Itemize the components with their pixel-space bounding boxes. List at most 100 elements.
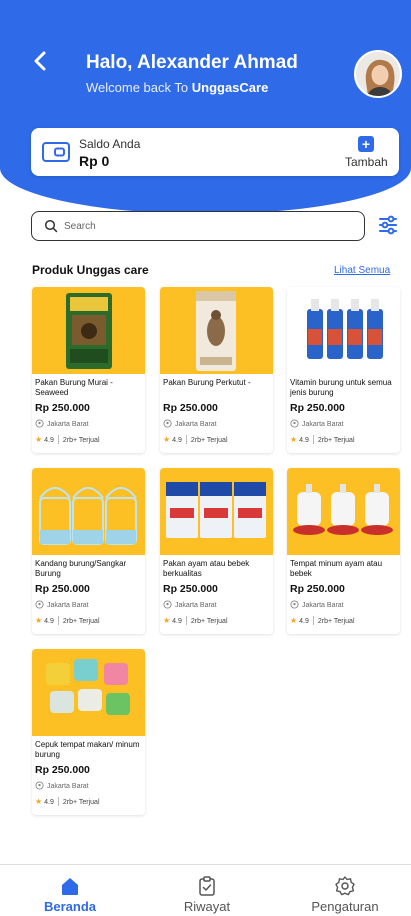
product-card[interactable]: Pakan ayam atau bebek berkualitas Rp 250…	[160, 468, 273, 634]
product-meta: ★ 4.9 2rb+ Terjual	[35, 797, 100, 806]
product-price: Rp 250.000	[290, 583, 345, 595]
star-icon: ★	[290, 435, 298, 444]
product-name: Pakan ayam atau bebek berkualitas	[163, 559, 250, 578]
star-icon: ★	[163, 435, 171, 444]
product-price: Rp 250.000	[35, 764, 90, 776]
balance-label: Saldo Anda	[79, 137, 141, 151]
product-image	[32, 287, 145, 374]
product-meta: ★ 4.9 2rb+ Terjual	[290, 616, 355, 625]
star-icon: ★	[163, 616, 171, 625]
product-card[interactable]: Tempat minum ayam atau bebek Rp 250.000 …	[287, 468, 400, 634]
product-sold: 2rb+ Terjual	[62, 799, 100, 806]
location-text: Jakarta Barat	[175, 602, 217, 609]
location-text: Jakarta Barat	[47, 602, 89, 609]
product-rating: 4.9	[299, 437, 309, 444]
product-price: Rp 250.000	[163, 402, 218, 414]
product-rating: 4.9	[44, 799, 54, 806]
product-sold: 2rb+ Terjual	[190, 618, 228, 625]
filter-icon[interactable]	[377, 214, 399, 236]
add-balance-button[interactable]: +	[358, 136, 374, 152]
gear-icon	[335, 876, 355, 896]
nav-item-history[interactable]: Riwayat	[152, 865, 262, 916]
search-icon	[44, 219, 58, 233]
nav-label-settings: Pengaturan	[311, 899, 379, 914]
product-image	[287, 468, 400, 555]
product-location: Jakarta Barat	[35, 781, 89, 790]
chevron-left-icon	[34, 51, 46, 71]
location-pin-icon	[35, 781, 44, 790]
product-rating: 4.9	[172, 437, 182, 444]
product-location: Jakarta Barat	[290, 419, 344, 428]
product-price: Rp 250.000	[163, 583, 218, 595]
nav-item-settings[interactable]: Pengaturan	[290, 865, 400, 916]
product-meta: ★ 4.9 2rb+ Terjual	[290, 435, 355, 444]
product-sold: 2rb+ Terjual	[62, 437, 100, 444]
product-card[interactable]: Kandang burung/Sangkar Burung Rp 250.000…	[32, 468, 145, 634]
back-button[interactable]	[30, 48, 52, 74]
plus-icon: +	[361, 136, 371, 152]
product-name: Tempat minum ayam atau bebek	[290, 559, 383, 578]
location-pin-icon	[163, 419, 172, 428]
wallet-icon	[42, 142, 70, 162]
product-name: Vitamin burung untuk semua jenis burung	[290, 378, 392, 397]
nav-label-home: Beranda	[43, 899, 97, 914]
product-card[interactable]: Cepuk tempat makan/ minum burung Rp 250.…	[32, 649, 145, 815]
location-text: Jakarta Barat	[302, 602, 344, 609]
search-bar[interactable]	[31, 211, 365, 241]
product-rating: 4.9	[172, 618, 182, 625]
add-balance-label[interactable]: Tambah	[345, 155, 388, 169]
product-rating: 4.9	[299, 618, 309, 625]
product-name: Pakan Burung Perkutut -	[163, 378, 251, 387]
product-price: Rp 250.000	[290, 402, 345, 414]
location-pin-icon	[290, 419, 299, 428]
search-input[interactable]	[64, 215, 354, 237]
product-meta: ★ 4.9 2rb+ Terjual	[35, 435, 100, 444]
app-name: UnggasCare	[191, 80, 269, 95]
greeting-title: Halo, Alexander Ahmad	[86, 52, 298, 73]
bottom-navigation: Beranda Riwayat Pengaturan	[0, 864, 411, 916]
product-location: Jakarta Barat	[35, 419, 89, 428]
location-pin-icon	[290, 600, 299, 609]
location-pin-icon	[35, 600, 44, 609]
product-card[interactable]: Vitamin burung untuk semua jenis burung …	[287, 287, 400, 453]
star-icon: ★	[290, 616, 298, 625]
location-text: Jakarta Barat	[47, 783, 89, 790]
product-name: Pakan Burung Murai - Seaweed	[35, 378, 113, 397]
clipboard-icon	[199, 876, 215, 896]
location-text: Jakarta Barat	[175, 421, 217, 428]
product-meta: ★ 4.9 2rb+ Terjual	[35, 616, 100, 625]
product-image	[160, 468, 273, 555]
product-sold: 2rb+ Terjual	[190, 437, 228, 444]
home-icon	[62, 878, 78, 895]
balance-value: Rp 0	[79, 153, 110, 169]
balance-card: Saldo Anda Rp 0 + Tambah	[31, 128, 399, 176]
header-background	[0, 0, 411, 214]
product-name: Kandang burung/Sangkar Burung	[35, 559, 127, 578]
star-icon: ★	[35, 616, 43, 625]
product-rating: 4.9	[44, 437, 54, 444]
location-pin-icon	[35, 419, 44, 428]
product-card[interactable]: Pakan Burung Perkutut - Rp 250.000 Jakar…	[160, 287, 273, 453]
star-icon: ★	[35, 797, 43, 806]
welcome-subtitle: Welcome back To UnggasCare	[86, 80, 268, 95]
product-sold: 2rb+ Terjual	[62, 618, 100, 625]
see-all-link[interactable]: Lihat Semua	[334, 265, 390, 276]
location-text: Jakarta Barat	[302, 421, 344, 428]
product-price: Rp 250.000	[35, 583, 90, 595]
location-text: Jakarta Barat	[47, 421, 89, 428]
product-meta: ★ 4.9 2rb+ Terjual	[163, 435, 228, 444]
product-image	[287, 287, 400, 374]
product-location: Jakarta Barat	[163, 600, 217, 609]
avatar[interactable]	[354, 50, 402, 98]
location-pin-icon	[163, 600, 172, 609]
product-image	[32, 649, 145, 736]
product-rating: 4.9	[44, 618, 54, 625]
nav-label-history: Riwayat	[183, 899, 231, 914]
product-meta: ★ 4.9 2rb+ Terjual	[163, 616, 228, 625]
product-sold: 2rb+ Terjual	[317, 437, 355, 444]
product-location: Jakarta Barat	[163, 419, 217, 428]
product-name: Cepuk tempat makan/ minum burung	[35, 740, 140, 759]
product-price: Rp 250.000	[35, 402, 90, 414]
nav-item-home[interactable]: Beranda	[15, 865, 125, 916]
product-card[interactable]: Pakan Burung Murai - Seaweed Rp 250.000 …	[32, 287, 145, 453]
